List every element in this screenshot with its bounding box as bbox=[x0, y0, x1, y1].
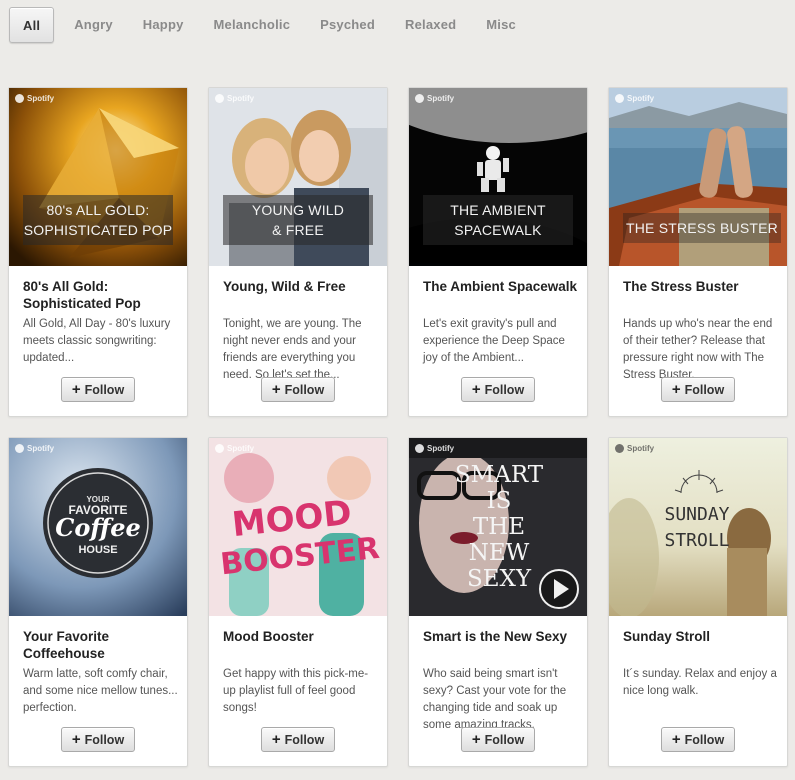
follow-button[interactable]: + Follow bbox=[661, 727, 735, 752]
play-icon[interactable] bbox=[539, 569, 579, 609]
tab-all[interactable]: All bbox=[9, 7, 55, 43]
svg-text:SUNDAY: SUNDAY bbox=[664, 504, 729, 525]
tab-psyched[interactable]: Psyched bbox=[306, 7, 389, 43]
playlist-title[interactable]: 80's All Gold: Sophisticated Pop bbox=[23, 278, 178, 312]
playlist-cover[interactable]: MOOD BOOSTER Spotify bbox=[209, 438, 387, 616]
svg-text:IS: IS bbox=[487, 488, 512, 514]
spotify-logo: Spotify bbox=[415, 444, 454, 453]
plus-icon: + bbox=[671, 381, 681, 398]
cover-text: 80's ALL GOLD: SOPHISTICATED POP bbox=[23, 195, 173, 245]
playlist-title[interactable]: The Ambient Spacewalk bbox=[423, 278, 578, 295]
tab-happy[interactable]: Happy bbox=[129, 7, 198, 43]
spotify-logo: Spotify bbox=[415, 94, 454, 103]
playlist-title[interactable]: Young, Wild & Free bbox=[223, 278, 378, 295]
playlist-description: All Gold, All Day - 80's luxury meets cl… bbox=[23, 318, 171, 364]
playlist-card[interactable]: Spotify 80's ALL GOLD: SOPHISTICATED POP… bbox=[8, 87, 188, 417]
plus-icon: + bbox=[271, 731, 281, 748]
playlist-description: Get happy with this pick-me-up playlist … bbox=[223, 668, 369, 714]
playlist-card[interactable]: Spotify YOUNG WILD & FREE Young, Wild & … bbox=[208, 87, 388, 417]
plus-icon: + bbox=[471, 381, 481, 398]
cover-text: THE AMBIENT SPACEWALK bbox=[423, 195, 573, 245]
playlist-cover[interactable]: Spotify THE STRESS BUSTER bbox=[609, 88, 787, 266]
spotify-logo: Spotify bbox=[15, 444, 54, 453]
playlist-title[interactable]: Your Favorite Coffeehouse bbox=[23, 628, 178, 662]
playlist-description: Who said being smart isn't sexy? Cast yo… bbox=[423, 668, 567, 731]
svg-text:THE: THE bbox=[473, 514, 525, 540]
follow-button[interactable]: + Follow bbox=[461, 377, 535, 402]
svg-text:STROLL: STROLL bbox=[664, 530, 729, 551]
playlist-cover[interactable]: Spotify THE AMBIENT SPACEWALK bbox=[409, 88, 587, 266]
playlist-cover[interactable]: YOUR FAVORITE Coffee HOUSE Spotify bbox=[9, 438, 187, 616]
plus-icon: + bbox=[71, 381, 81, 398]
cover-text: THE STRESS BUSTER bbox=[623, 213, 781, 243]
playlist-title[interactable]: Smart is the New Sexy bbox=[423, 628, 578, 645]
playlist-cover[interactable]: Spotify YOUNG WILD & FREE bbox=[209, 88, 387, 266]
playlist-card[interactable]: MOOD BOOSTER Spotify Mood Booster Get ha… bbox=[208, 437, 388, 767]
playlist-card[interactable]: SMART IS THE NEW SEXY Spotify Smart is t… bbox=[408, 437, 588, 767]
playlist-card[interactable]: YOUR FAVORITE Coffee HOUSE Spotify Your … bbox=[8, 437, 188, 767]
plus-icon: + bbox=[271, 381, 281, 398]
playlist-title[interactable]: Sunday Stroll bbox=[623, 628, 778, 645]
tab-melancholic[interactable]: Melancholic bbox=[200, 7, 305, 43]
spotify-logo: Spotify bbox=[215, 94, 254, 103]
playlist-title[interactable]: Mood Booster bbox=[223, 628, 378, 645]
playlist-cover[interactable]: SUNDAY STROLL Spotify bbox=[609, 438, 787, 616]
follow-button[interactable]: + Follow bbox=[261, 377, 335, 402]
playlist-card[interactable]: SUNDAY STROLL Spotify Sunday Stroll It´s… bbox=[608, 437, 788, 767]
playlist-description: Warm latte, soft comfy chair, and some n… bbox=[23, 668, 178, 714]
svg-text:Coffee: Coffee bbox=[55, 513, 141, 542]
svg-text:HOUSE: HOUSE bbox=[78, 544, 117, 556]
playlist-card[interactable]: Spotify THE AMBIENT SPACEWALK The Ambien… bbox=[408, 87, 588, 417]
spotify-logo: Spotify bbox=[215, 444, 254, 453]
follow-button[interactable]: + Follow bbox=[461, 727, 535, 752]
follow-button[interactable]: + Follow bbox=[261, 727, 335, 752]
spotify-logo: Spotify bbox=[15, 94, 54, 103]
plus-icon: + bbox=[71, 731, 81, 748]
playlist-description: Let's exit gravity's pull and experience… bbox=[423, 318, 565, 364]
tab-relaxed[interactable]: Relaxed bbox=[391, 7, 470, 43]
svg-text:SMART: SMART bbox=[455, 462, 544, 488]
playlist-description: It´s sunday. Relax and enjoy a nice long… bbox=[623, 668, 777, 697]
playlist-description: Hands up who's near the end of their tet… bbox=[623, 318, 773, 381]
follow-button[interactable]: + Follow bbox=[661, 377, 735, 402]
playlist-cover[interactable]: SMART IS THE NEW SEXY Spotify bbox=[409, 438, 587, 616]
plus-icon: + bbox=[671, 731, 681, 748]
svg-text:NEW: NEW bbox=[469, 540, 530, 566]
follow-button[interactable]: + Follow bbox=[61, 727, 135, 752]
plus-icon: + bbox=[471, 731, 481, 748]
playlist-title[interactable]: The Stress Buster bbox=[623, 278, 778, 295]
follow-button[interactable]: + Follow bbox=[61, 377, 135, 402]
svg-text:SEXY: SEXY bbox=[467, 566, 532, 592]
tab-angry[interactable]: Angry bbox=[60, 7, 127, 43]
playlist-description: Tonight, we are young. The night never e… bbox=[223, 318, 362, 381]
cover-text: YOUNG WILD & FREE bbox=[223, 195, 373, 245]
spotify-logo: Spotify bbox=[615, 444, 654, 453]
playlist-card[interactable]: Spotify THE STRESS BUSTER The Stress Bus… bbox=[608, 87, 788, 417]
mood-filter-tabs: All Angry Happy Melancholic Psyched Rela… bbox=[9, 6, 532, 44]
playlist-cover[interactable]: Spotify 80's ALL GOLD: SOPHISTICATED POP bbox=[9, 88, 187, 266]
spotify-logo: Spotify bbox=[615, 94, 654, 103]
tab-misc[interactable]: Misc bbox=[472, 7, 530, 43]
